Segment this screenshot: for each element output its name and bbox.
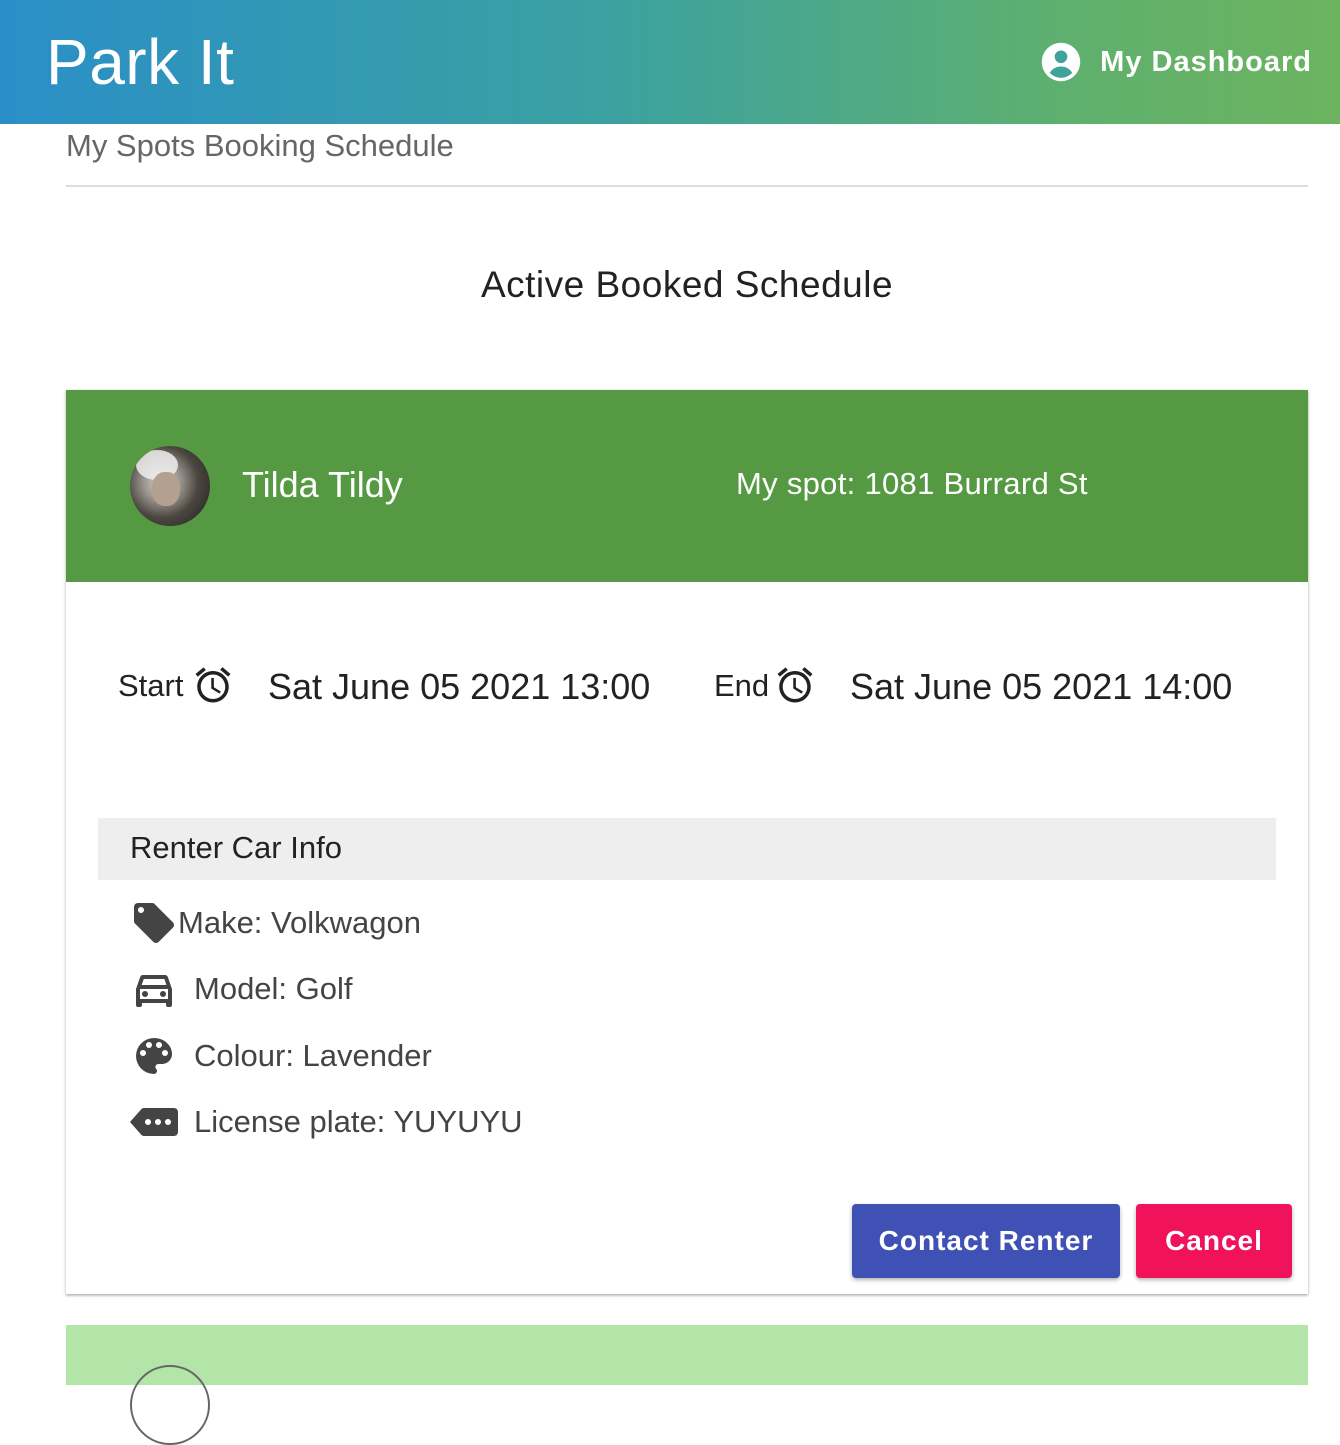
car-colour-row: Colour: Lavender	[130, 1031, 432, 1081]
booking-card-header: Tilda Tildy My spot: 1081 Burrard St	[66, 390, 1308, 582]
car-model: Model: Golf	[194, 971, 353, 1006]
contact-renter-button[interactable]: Contact Renter	[852, 1204, 1120, 1278]
app-bar: Park It My Dashboard	[0, 0, 1340, 124]
alarm-icon	[777, 667, 813, 703]
app-title[interactable]: Park It	[46, 25, 234, 99]
car-make: Make: Volkwagon	[178, 905, 421, 940]
car-colour: Colour: Lavender	[194, 1038, 432, 1073]
start-label: Start	[118, 668, 184, 703]
avatar	[130, 446, 210, 526]
car-make-row: Make: Volkwagon	[130, 898, 421, 948]
account-circle-icon	[1041, 42, 1081, 82]
alarm-icon	[195, 667, 231, 703]
next-booking-card	[66, 1325, 1308, 1445]
start-time: Sat June 05 2021 13:00	[268, 666, 651, 707]
divider	[66, 185, 1308, 187]
palette-icon	[136, 1038, 172, 1074]
end-time: Sat June 05 2021 14:00	[850, 666, 1233, 707]
booking-card: Tilda Tildy My spot: 1081 Burrard St Sta…	[66, 390, 1308, 1294]
car-icon	[136, 975, 172, 1007]
car-plate: License plate: YUYUYU	[194, 1104, 523, 1139]
spot-address: My spot: 1081 Burrard St	[736, 466, 1088, 501]
avatar	[130, 1365, 210, 1445]
car-plate-row: License plate: YUYUYU	[130, 1097, 523, 1147]
car-info-title: Renter Car Info	[98, 818, 1276, 880]
tag-icon	[134, 903, 174, 943]
renter-name: Tilda Tildy	[242, 464, 403, 505]
end-label: End	[714, 668, 770, 703]
cancel-button[interactable]: Cancel	[1136, 1204, 1292, 1278]
dashboard-link[interactable]: My Dashboard	[1040, 41, 1312, 83]
dashboard-label: My Dashboard	[1100, 45, 1312, 78]
car-model-row: Model: Golf	[130, 964, 353, 1014]
booking-times: Start Sat June 05 2021 13:00 End Sat Jun…	[66, 662, 1308, 712]
page-subtitle: My Spots Booking Schedule	[66, 128, 454, 163]
section-title: Active Booked Schedule	[480, 264, 894, 305]
more-tag-icon	[130, 1108, 178, 1136]
